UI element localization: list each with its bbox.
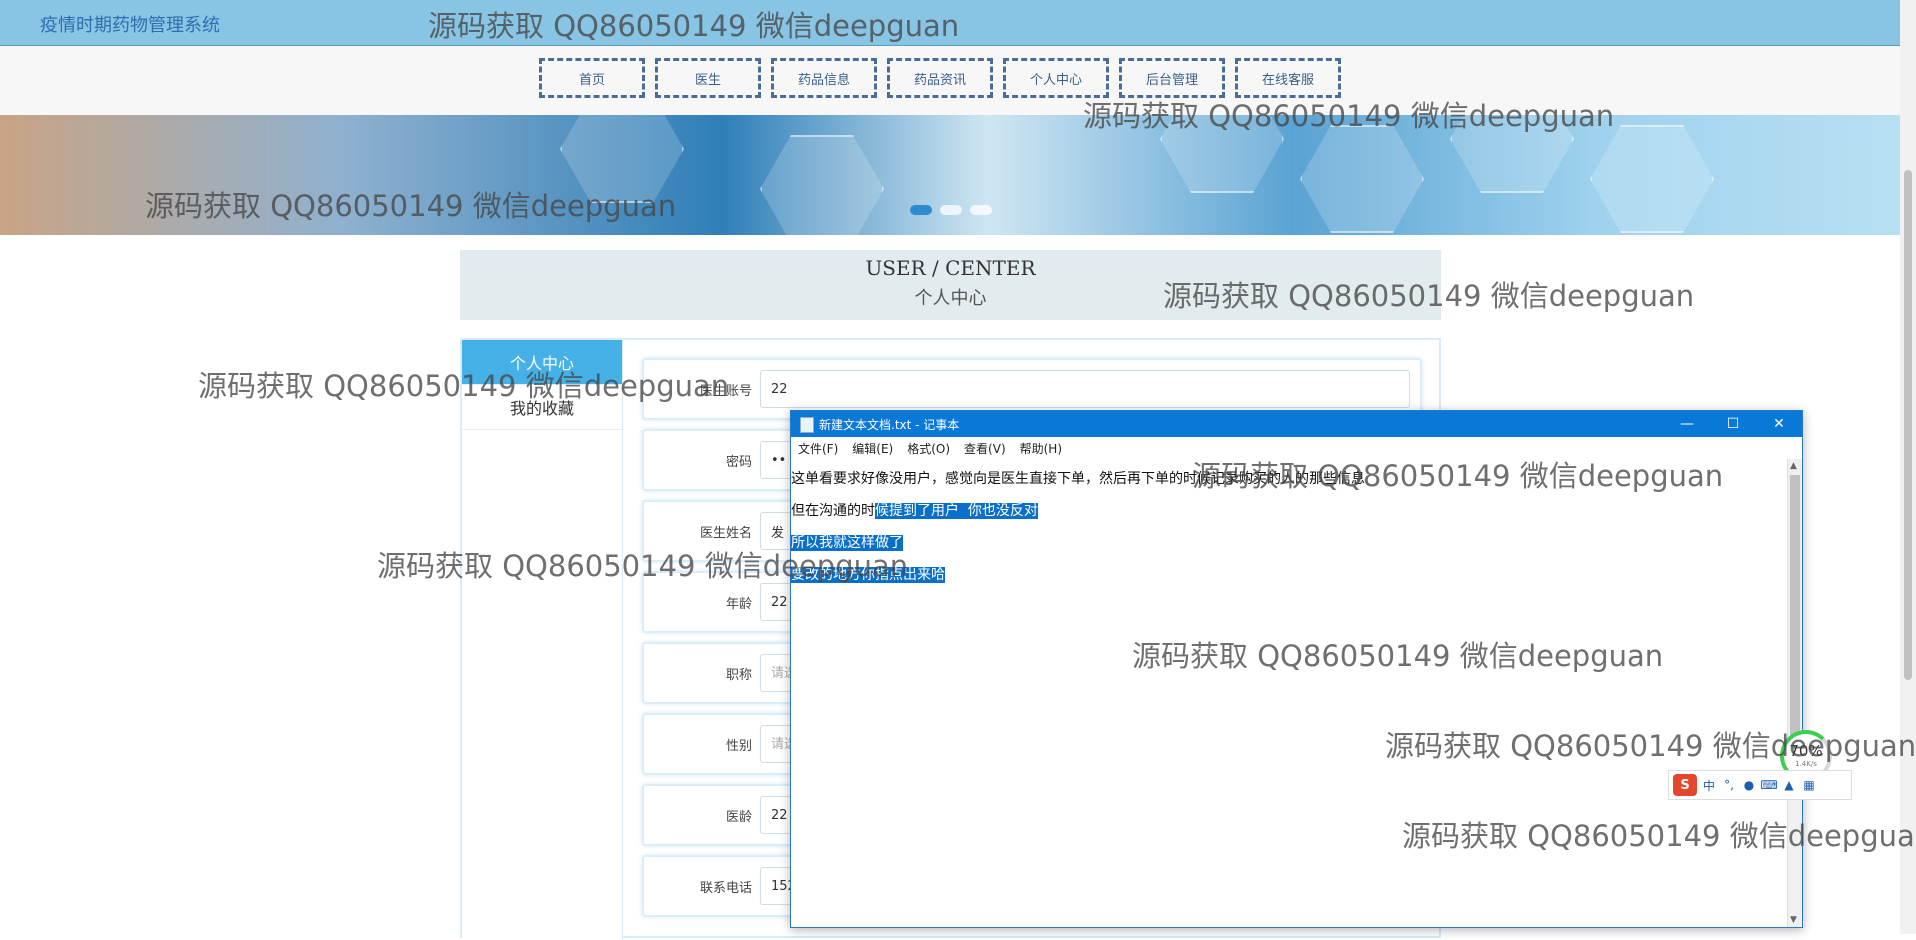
- punctuation-icon[interactable]: °,: [1721, 777, 1737, 793]
- text-line: 这单看要求好像没用户，感觉向是医生直接下单，然后再下单的时候记录购买的人的那些信…: [791, 469, 1788, 501]
- text-line-selected: 要改的地方你指点出来哈: [791, 567, 945, 583]
- sogou-logo-icon[interactable]: S: [1673, 774, 1697, 796]
- menu-help[interactable]: 帮助(H): [1020, 440, 1062, 457]
- text-line-selected: 候提到了用户 你也没反对: [875, 503, 1038, 519]
- top-header: 疫情时期药物管理系统: [0, 0, 1900, 46]
- text-line-selected: 所以我就这样做了: [791, 535, 903, 551]
- banner-hex-decor: [1450, 115, 1574, 193]
- banner-hex-decor: [560, 115, 684, 203]
- page-scrollbar-thumb[interactable]: [1904, 170, 1912, 680]
- perf-value: 70%: [1789, 742, 1823, 760]
- ime-toolbar[interactable]: S 中 °, ● ⌨ ▲ ▦: [1668, 770, 1852, 800]
- nav-item-doctor[interactable]: 医生: [655, 58, 761, 98]
- page-scrollbar[interactable]: [1900, 0, 1916, 934]
- field-label: 医生姓名: [699, 526, 752, 541]
- carousel-indicators: [910, 205, 992, 215]
- banner-hex-decor: [1590, 125, 1714, 233]
- nav-list: 首页 医生 药品信息 药品资讯 个人中心 后台管理 在线客服: [539, 58, 1341, 98]
- user-center-title-en: USER / CENTER: [865, 256, 1036, 280]
- menu-view[interactable]: 查看(V): [964, 440, 1006, 457]
- text-line-plain: 但在沟通的时: [791, 503, 875, 519]
- field-label: 密码: [725, 455, 752, 470]
- main-nav: 首页 医生 药品信息 药品资讯 个人中心 后台管理 在线客服: [0, 46, 1900, 115]
- nav-item-drug-info[interactable]: 药品信息: [771, 58, 877, 98]
- skin-icon[interactable]: ▲: [1781, 777, 1797, 793]
- maximize-icon[interactable]: ☐: [1710, 411, 1756, 437]
- close-icon[interactable]: ✕: [1756, 411, 1802, 437]
- sidebar-item-user-center[interactable]: 个人中心: [462, 340, 622, 385]
- user-center-title-cn: 个人中心: [914, 288, 987, 309]
- menu-format[interactable]: 格式(O): [907, 440, 950, 457]
- text-line-plain: 这单看要求好像没用户，感觉向是医生直接下单，然后再下单的时候记录购买的人的那些信…: [791, 471, 1365, 487]
- nav-item-user-center[interactable]: 个人中心: [1003, 58, 1109, 98]
- nav-item-drug-news[interactable]: 药品资讯: [887, 58, 993, 98]
- text-line: 所以我就这样做了: [791, 533, 1788, 565]
- carousel-dot[interactable]: [940, 205, 962, 215]
- field-label: 职称: [725, 668, 752, 683]
- notepad-titlebar[interactable]: 新建文本文档.txt - 记事本 — ☐ ✕: [791, 411, 1802, 437]
- ime-mode[interactable]: 中: [1701, 777, 1717, 793]
- text-line: 但在沟通的时候提到了用户 你也没反对: [791, 501, 1788, 533]
- keyboard-icon[interactable]: ⌨: [1760, 777, 1777, 793]
- system-title[interactable]: 疫情时期药物管理系统: [40, 11, 220, 37]
- menu-file[interactable]: 文件(F): [798, 440, 838, 457]
- field-label: 年龄: [725, 597, 752, 612]
- notepad-scrollbar[interactable]: ▲ ▼: [1787, 459, 1802, 927]
- scroll-up-icon[interactable]: ▲: [1790, 461, 1797, 471]
- field-label: 性别: [725, 739, 752, 754]
- field-label: 联系电话: [699, 881, 752, 896]
- user-center-heading: USER / CENTER 个人中心: [460, 250, 1441, 320]
- microphone-icon[interactable]: ●: [1741, 777, 1757, 793]
- doctor-account-input[interactable]: [760, 370, 1410, 408]
- banner-hex-decor: [760, 135, 884, 235]
- carousel-dot[interactable]: [910, 205, 932, 215]
- toolbox-icon[interactable]: ▦: [1801, 777, 1817, 793]
- banner-hex-decor: [1300, 125, 1424, 233]
- minimize-icon[interactable]: —: [1664, 411, 1710, 437]
- carousel-dot[interactable]: [970, 205, 992, 215]
- nav-item-admin[interactable]: 后台管理: [1119, 58, 1225, 98]
- nav-item-online-service[interactable]: 在线客服: [1235, 58, 1341, 98]
- field-label: 医生账号: [699, 384, 752, 399]
- user-center-sidebar: 个人中心 我的收藏: [462, 340, 623, 940]
- banner-hex-decor: [1160, 115, 1284, 193]
- notepad-title: 新建文本文档.txt - 记事本: [819, 418, 960, 432]
- notepad-text-area[interactable]: 这单看要求好像没用户，感觉向是医生直接下单，然后再下单的时候记录购买的人的那些信…: [791, 459, 1788, 927]
- field-label: 医龄: [725, 810, 752, 825]
- notepad-scrollbar-thumb[interactable]: [1790, 475, 1800, 735]
- text-line: 要改的地方你指点出来哈: [791, 565, 1788, 597]
- banner-carousel: [0, 115, 1900, 235]
- perf-speed: 1.4K/s: [1795, 760, 1817, 768]
- scroll-down-icon[interactable]: ▼: [1790, 915, 1797, 925]
- notepad-icon: [800, 417, 814, 433]
- sidebar-item-favorites[interactable]: 我的收藏: [462, 385, 622, 430]
- notepad-menubar: 文件(F) 编辑(E) 格式(O) 查看(V) 帮助(H): [791, 437, 1802, 459]
- notepad-window[interactable]: 新建文本文档.txt - 记事本 — ☐ ✕ 文件(F) 编辑(E) 格式(O)…: [790, 410, 1803, 928]
- menu-edit[interactable]: 编辑(E): [852, 440, 893, 457]
- nav-item-home[interactable]: 首页: [539, 58, 645, 98]
